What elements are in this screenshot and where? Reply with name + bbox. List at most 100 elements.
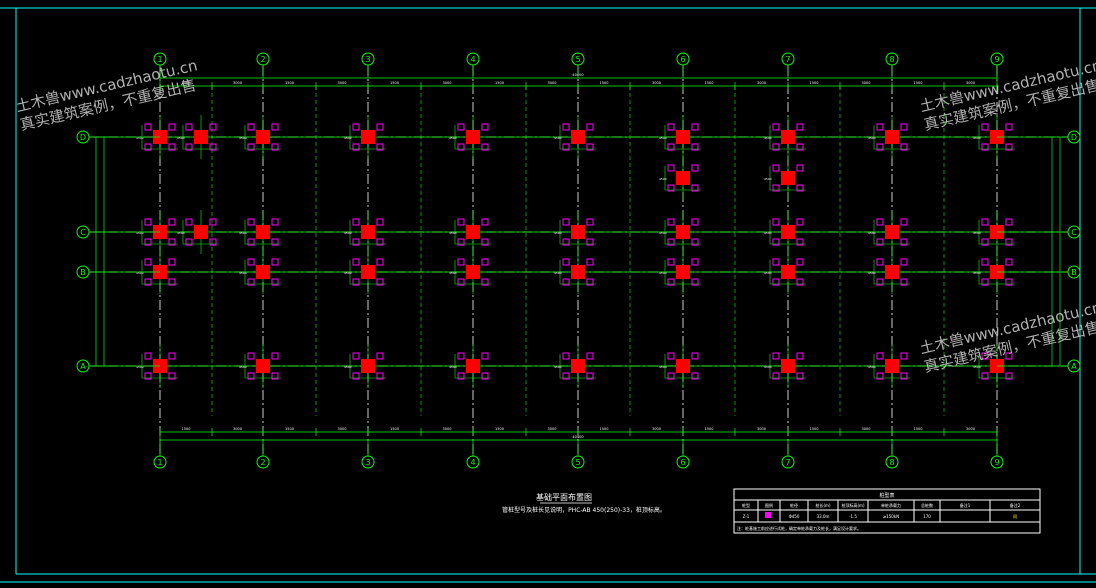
legend-header-cell: 备注2 [1010, 502, 1021, 508]
axis-bubble-label: C [80, 228, 86, 237]
cap-dim-label: 4500 [764, 177, 772, 181]
legend-title: 桩型表 [879, 492, 894, 499]
axis-bubble-label: 3 [365, 458, 370, 467]
legend-header-cell: 桩顶标高(m) [841, 502, 864, 508]
cap-dim-label: 4500 [136, 271, 144, 275]
dim-top-text: 3000 [233, 81, 242, 85]
cap-dim-label: 4500 [868, 365, 876, 369]
drawing-title: 基础平面布置图 [536, 492, 592, 502]
dim-bottom-total-text: 40400 [572, 435, 583, 439]
dim-top-text: 3000 [652, 81, 661, 85]
dim-top-text: 1500 [495, 81, 504, 85]
cap-dim-label: 4500 [659, 136, 667, 140]
dim-top-text: 1500 [914, 81, 923, 85]
cap-dim-label: 4500 [973, 271, 981, 275]
dim-bottom-text: 1500 [285, 427, 294, 431]
axis-bubble-top-7: 7 [781, 52, 795, 66]
legend-row-cell: Z-1 [743, 514, 750, 519]
pile-cap-block [571, 225, 585, 239]
pile-cap-block [256, 225, 270, 239]
axis-bubble-label: 4 [470, 458, 475, 467]
pile-cap-block [885, 130, 899, 144]
cap-dim-label: 4500 [136, 365, 144, 369]
dim-bottom-text: 1500 [705, 427, 714, 431]
dim-bottom-text: 3000 [966, 427, 975, 431]
dim-bottom-text: 3000 [233, 427, 242, 431]
axis-bubble-label: 8 [889, 458, 894, 467]
axis-bubble-label: 1 [157, 458, 162, 467]
cap-dim-label: 4500 [449, 271, 457, 275]
axis-bubble-label: D [1071, 133, 1077, 142]
axis-bubble-label: A [1071, 362, 1077, 371]
axis-bubble-left-C: C [76, 225, 90, 239]
axis-bubble-bottom-7: 7 [781, 455, 795, 469]
pile-cap-block [676, 130, 690, 144]
dim-top-text: 3000 [757, 81, 766, 85]
axis-bubble-label: 4 [470, 55, 475, 64]
dim-top-text: 3000 [443, 81, 452, 85]
dim-top-text: 3000 [548, 81, 557, 85]
cap-dim-label: 4500 [239, 271, 247, 275]
dim-bottom-text: 1500 [914, 427, 923, 431]
axis-bubble-label: 5 [575, 458, 580, 467]
pile-cap-block [361, 359, 375, 373]
legend-row-cell: 170 [923, 514, 931, 519]
axis-bubble-top-9: 9 [990, 52, 1004, 66]
cap-dim-label: 4500 [868, 271, 876, 275]
cap-dim-label: 4500 [344, 271, 352, 275]
axis-bubble-label: C [1071, 228, 1077, 237]
pile-cap-block [194, 130, 208, 144]
legend-row-cell: -1.5 [849, 514, 857, 519]
cap-dim-label: 4500 [659, 365, 667, 369]
cap-dim-label: 4500 [344, 231, 352, 235]
dim-bottom-text: 1500 [810, 427, 819, 431]
pile-cap-block [466, 359, 480, 373]
pile-cap-block [256, 265, 270, 279]
dim-top-text: 1500 [390, 81, 399, 85]
dim-bottom-text: 3000 [652, 427, 661, 431]
cap-dim-label: 4500 [659, 231, 667, 235]
cap-dim-label: 4500 [449, 136, 457, 140]
axis-bubble-label: 7 [785, 55, 790, 64]
legend-header-cell: 图例 [765, 502, 773, 508]
axis-bubble-label: 7 [785, 458, 790, 467]
cap-dim-label: 4500 [554, 271, 562, 275]
axis-bubble-bottom-5: 5 [571, 455, 585, 469]
axis-bubble-left-B: B [76, 265, 90, 279]
legend-header-cell: 备注1 [960, 502, 971, 508]
axis-bubble-label: 8 [889, 55, 894, 64]
pile-cap-block [676, 225, 690, 239]
axis-bubble-label: 9 [994, 458, 999, 467]
legend-header-cell: 桩长(m) [815, 502, 830, 508]
pile-cap-block [676, 171, 690, 185]
pile-cap-block [361, 130, 375, 144]
cap-dim-label: 4500 [764, 231, 772, 235]
axis-bubble-top-4: 4 [466, 52, 480, 66]
pile-cap-block [781, 265, 795, 279]
axis-bubble-label: A [80, 362, 86, 371]
axis-bubble-right-B: B [1067, 265, 1081, 279]
cap-dim-label: 4500 [344, 136, 352, 140]
legend-row-cell: Φ450 [789, 514, 800, 519]
dim-bottom-text: 1500 [495, 427, 504, 431]
axis-bubble-right-C: C [1067, 225, 1081, 239]
axis-bubble-label: 6 [680, 55, 685, 64]
cap-dim-label: 4500 [344, 365, 352, 369]
axis-bubble-top-5: 5 [571, 52, 585, 66]
axis-bubble-bottom-4: 4 [466, 455, 480, 469]
cap-dim-label: 4500 [449, 365, 457, 369]
axis-bubble-left-A: A [76, 359, 90, 373]
cap-dim-label: 4500 [554, 136, 562, 140]
pile-cap-block [571, 359, 585, 373]
pile-cap-block [466, 130, 480, 144]
dim-bottom-text: 3000 [548, 427, 557, 431]
legend-note: 注：桩基施工前应进行试桩，确定单桩承载力及桩长，满足设计要求。 [737, 525, 861, 531]
cap-dim-label: 4500 [659, 271, 667, 275]
legend-header-cell: 总桩数 [921, 502, 933, 508]
cap-dim-label: 4500 [764, 365, 772, 369]
pile-cap-block [676, 359, 690, 373]
cap-dim-label: 4500 [239, 136, 247, 140]
cap-dim-label: 4500 [973, 136, 981, 140]
cap-dim-label: 4500 [177, 136, 185, 140]
dim-top-text: 1500 [285, 81, 294, 85]
